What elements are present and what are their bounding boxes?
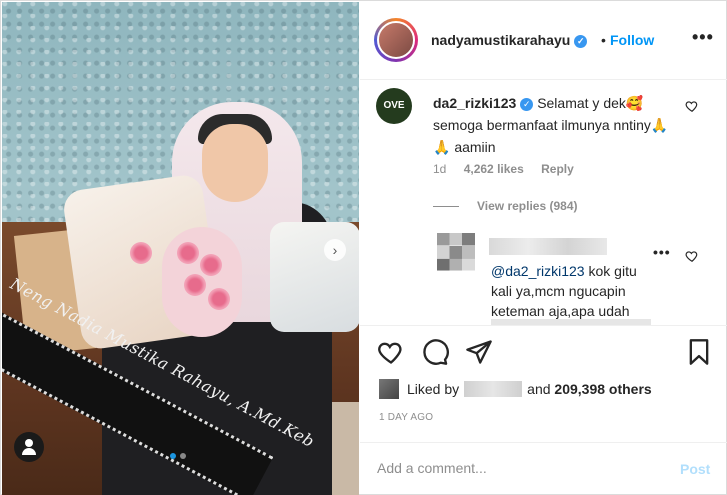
user-tags-icon[interactable] <box>14 432 44 462</box>
reply-body: @da2_rizki123 kok gitu kali ya,mcm nguca… <box>491 261 651 321</box>
bouquet-right <box>270 222 359 332</box>
post-comment-button[interactable]: Post <box>680 461 710 477</box>
follow-button[interactable]: Follow <box>610 32 654 48</box>
add-comment-bar: Post <box>360 442 727 495</box>
likes-summary: Liked by and 209,398 others <box>379 379 652 399</box>
reply-button[interactable]: Reply <box>541 162 574 176</box>
view-replies-button[interactable]: View replies (984) <box>477 199 578 213</box>
story-ring[interactable] <box>374 18 418 62</box>
author-avatar[interactable] <box>377 21 415 59</box>
comments-list[interactable]: OVE da2_rizki123 ✓ Selamat y dek🥰 semoga … <box>360 81 727 326</box>
rose <box>184 274 206 296</box>
carousel-dot-active <box>170 453 176 459</box>
like-comment-heart-icon[interactable] <box>685 99 699 113</box>
reply-text-cutoff <box>491 319 651 325</box>
rose <box>208 288 230 310</box>
liked-by-joiner: and <box>527 381 551 397</box>
liked-by-prefix: Liked by <box>407 381 460 397</box>
rose <box>177 242 199 264</box>
author-username[interactable]: nadyamustikarahayu ✓ <box>431 32 588 48</box>
face <box>202 124 268 202</box>
commenter-username[interactable]: da2_rizki123 <box>433 95 516 111</box>
chevron-right-icon: › <box>332 242 338 258</box>
comment-body: da2_rizki123 ✓ Selamat y dek🥰 semoga berm… <box>433 92 683 158</box>
comment-bubble-icon[interactable] <box>421 338 449 366</box>
like-heart-icon[interactable] <box>377 338 405 366</box>
reply-mention[interactable]: @da2_rizki123 <box>491 263 585 279</box>
verified-badge-icon: ✓ <box>574 34 588 48</box>
liked-by-avatar[interactable] <box>379 379 399 399</box>
comment-meta: 1d 4,262 likes Reply <box>433 162 588 176</box>
post-photo[interactable]: Neng Nadia Mustika Rahayu, A.Md.Keb › <box>2 2 359 495</box>
header-separator: • <box>601 32 606 48</box>
comment-age[interactable]: 1d <box>433 162 446 176</box>
add-comment-input[interactable] <box>377 460 657 476</box>
comment-likes[interactable]: 4,262 likes <box>464 162 524 176</box>
post-date[interactable]: 1 DAY AGO <box>379 412 433 423</box>
author-username-text[interactable]: nadyamustikarahayu <box>431 32 570 48</box>
carousel-dot <box>180 453 186 459</box>
carousel-dots <box>170 453 186 459</box>
save-bookmark-icon[interactable] <box>685 338 713 366</box>
commenter-avatar[interactable]: OVE <box>376 88 412 124</box>
reply-username-redacted <box>489 238 607 255</box>
verified-badge-icon: ✓ <box>520 97 534 111</box>
reply-avatar[interactable] <box>437 233 475 271</box>
rose <box>200 254 222 276</box>
post-header: nadyamustikarahayu ✓ • Follow ••• <box>360 2 727 80</box>
action-bar <box>360 338 727 370</box>
share-paper-plane-icon[interactable] <box>465 338 493 366</box>
view-replies-line <box>433 206 459 207</box>
likes-count[interactable]: 209,398 others <box>554 381 651 397</box>
carousel-next-button[interactable]: › <box>324 239 346 261</box>
post-side-panel: nadyamustikarahayu ✓ • Follow ••• OVE da2… <box>360 2 727 495</box>
rose <box>130 242 152 264</box>
liked-by-username-redacted[interactable] <box>464 381 523 397</box>
reply-more-icon[interactable]: ••• <box>653 244 671 260</box>
like-reply-heart-icon[interactable] <box>685 249 699 263</box>
post-modal: Neng Nadia Mustika Rahayu, A.Md.Keb › na… <box>0 0 727 495</box>
more-options-icon[interactable]: ••• <box>692 27 714 48</box>
